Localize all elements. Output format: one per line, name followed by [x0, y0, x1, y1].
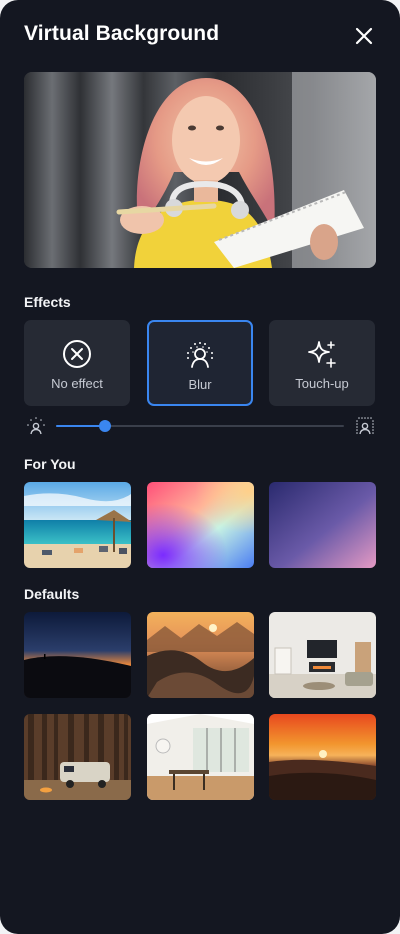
defaults-heading: Defaults	[24, 586, 80, 602]
no-effect-icon	[61, 338, 93, 370]
dining-room-background[interactable]	[147, 714, 254, 800]
blur-slider-fill	[56, 425, 105, 427]
forest-camper-background[interactable]	[24, 714, 131, 800]
blur-slider-thumb[interactable]	[98, 420, 111, 432]
living-room-background[interactable]	[269, 612, 376, 698]
effect-label: Blur	[188, 377, 212, 392]
for-you-heading: For You	[24, 456, 76, 472]
dialog-title: Virtual Background	[24, 22, 220, 45]
blur-icon	[184, 340, 216, 372]
camera-preview	[24, 72, 376, 268]
blur-high-icon	[355, 416, 375, 436]
effect-blur[interactable]: Blur	[147, 320, 253, 406]
effect-no-effect[interactable]: No effect	[24, 320, 130, 406]
blur-slider[interactable]	[56, 420, 344, 432]
virtual-background-dialog: Virtual Background Effects No effect Blu…	[0, 0, 400, 934]
pastel-gradient-background[interactable]	[147, 482, 254, 568]
effects-heading: Effects	[24, 294, 71, 310]
mountain-sunset-background[interactable]	[147, 612, 254, 698]
desert-sunset-background[interactable]	[269, 714, 376, 800]
effect-label: Touch-up	[295, 376, 349, 391]
purple-gradient-background[interactable]	[269, 482, 376, 568]
close-icon[interactable]	[352, 24, 376, 48]
beach-background[interactable]	[24, 482, 131, 568]
effect-touch-up[interactable]: Touch-up	[269, 320, 375, 406]
effect-label: No effect	[51, 376, 103, 391]
blur-low-icon	[26, 416, 46, 436]
sparkles-icon	[306, 338, 338, 370]
night-hill-background[interactable]	[24, 612, 131, 698]
